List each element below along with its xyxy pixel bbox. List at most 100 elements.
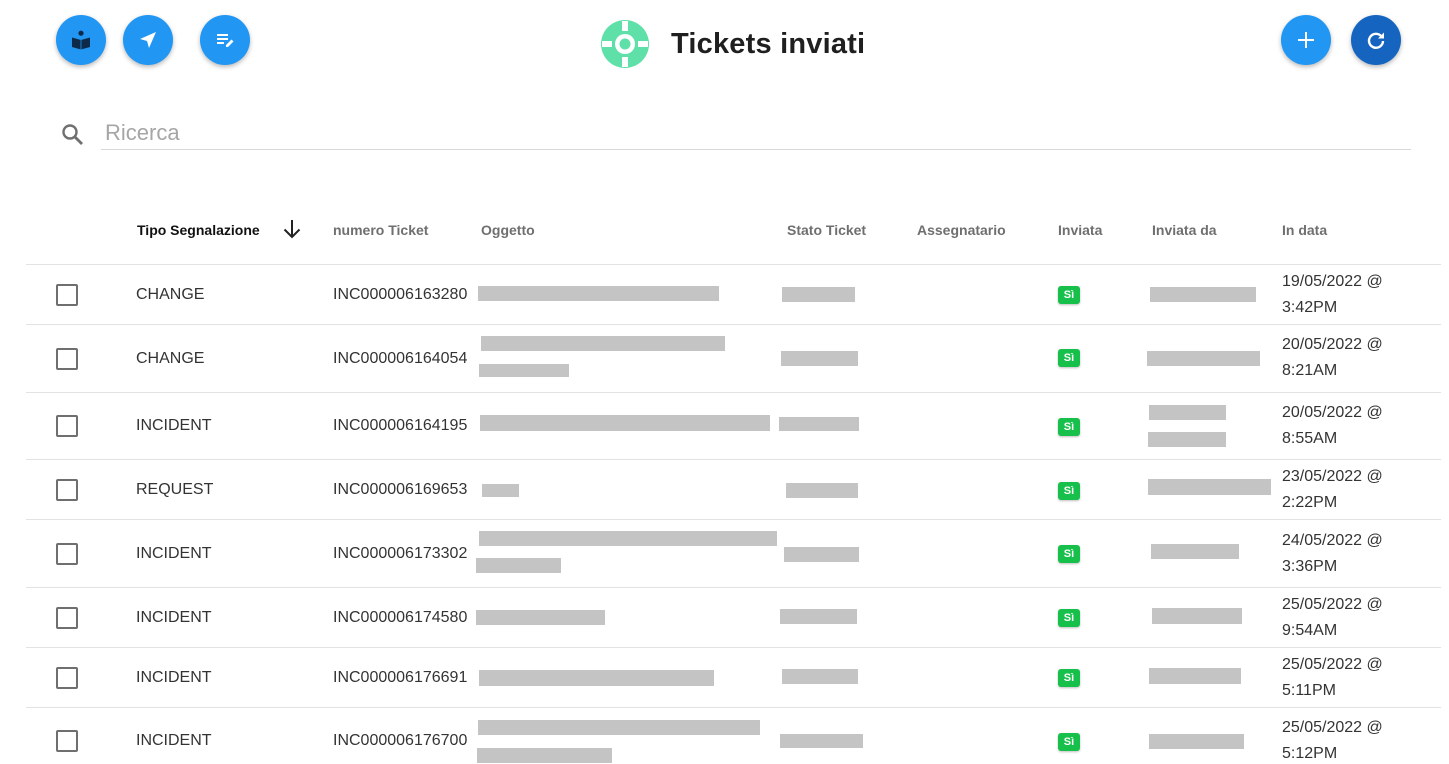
redacted-inviata-da [1151,544,1239,559]
time-text: 5:11PM [1282,682,1336,699]
redacted-oggetto [479,364,569,377]
table-row[interactable]: INCIDENT INC000006176700 Sì 25/05/2022 @… [26,708,1441,764]
cell-in-data: 25/05/2022 @ 9:54AM [1282,592,1432,644]
cell-numero: INC000006176700 [333,732,468,749]
row-checkbox[interactable] [56,667,78,689]
table-row[interactable]: INCIDENT INC000006164195 Sì 20/05/2022 @… [26,393,1441,460]
table-header: Tipo Segnalazione numero Ticket Oggetto … [0,200,1449,264]
date-text: 24/05/2022 @ [1282,532,1383,549]
row-checkbox[interactable] [56,730,78,752]
cell-numero: INC000006173302 [333,545,468,562]
date-text: 25/05/2022 @ [1282,656,1383,673]
cell-tipo: INCIDENT [136,545,212,562]
redacted-inviata-da [1149,734,1244,749]
row-checkbox[interactable] [56,348,78,370]
cell-numero: INC000006169653 [333,481,468,498]
date-text: 20/05/2022 @ [1282,336,1383,353]
lifebuoy-icon [599,18,651,70]
cell-in-data: 23/05/2022 @ 2:22PM [1282,464,1432,516]
redacted-stato [780,734,863,748]
redacted-inviata-da [1149,668,1241,684]
column-header-oggetto[interactable]: Oggetto [481,222,535,238]
redacted-oggetto [476,610,605,625]
cell-numero: INC000006176691 [333,669,468,686]
search-bar [57,110,1412,152]
cell-numero: INC000006174580 [333,609,468,626]
status-badge: Sì [1058,286,1080,304]
redacted-inviata-da [1147,351,1260,366]
row-checkbox[interactable] [56,607,78,629]
search-icon [60,122,86,148]
redacted-oggetto [477,748,612,763]
cell-numero: INC000006164195 [333,417,468,434]
row-checkbox[interactable] [56,479,78,501]
page-title: Tickets inviati [671,27,866,60]
cell-tipo: CHANGE [136,350,205,367]
time-text: 3:36PM [1282,558,1338,575]
send-navigation-icon [136,28,160,52]
cell-numero: INC000006163280 [333,286,468,303]
redacted-oggetto [479,670,714,686]
row-checkbox[interactable] [56,284,78,306]
date-text: 23/05/2022 @ [1282,468,1383,485]
column-header-numero[interactable]: numero Ticket [333,222,428,238]
arrow-down-icon[interactable] [281,217,303,241]
cell-tipo: INCIDENT [136,732,212,749]
table-row[interactable]: INCIDENT INC000006176691 Sì 25/05/2022 @… [26,648,1441,708]
cell-in-data: 24/05/2022 @ 3:36PM [1282,528,1432,580]
table-row[interactable]: REQUEST INC000006169653 Sì 23/05/2022 @2… [26,460,1441,520]
table-row[interactable]: CHANGE INC000006164054 Sì 20/05/2022 @ 8:… [26,325,1441,393]
cell-tipo: INCIDENT [136,669,212,686]
redacted-oggetto [478,720,760,735]
column-header-assegnatario[interactable]: Assegnatario [917,222,1006,238]
send-button[interactable] [123,15,173,65]
redacted-inviata-da [1150,287,1256,302]
redacted-oggetto [478,286,719,301]
status-badge: Sì [1058,349,1080,367]
add-icon [1294,28,1318,52]
time-text: 2:22PM [1282,494,1338,511]
redacted-oggetto [482,484,519,497]
edit-note-icon [213,28,237,52]
redacted-inviata-da [1148,479,1271,495]
table-row[interactable]: INCIDENT INC000006174580 Sì 25/05/2022 @… [26,588,1441,648]
cell-tipo: CHANGE [136,286,205,303]
column-header-stato[interactable]: Stato Ticket [787,222,866,238]
redacted-oggetto [481,336,725,351]
row-checkbox[interactable] [56,543,78,565]
redacted-stato [779,417,859,431]
cell-in-data: 20/05/2022 @ 8:21AM [1282,332,1432,384]
date-text: 20/05/2022 @ [1282,404,1383,421]
redacted-stato [780,609,857,624]
status-badge: Sì [1058,418,1080,436]
redacted-stato [782,669,858,684]
reading-book-icon [69,28,93,52]
search-input[interactable] [101,116,1411,150]
column-header-inviata[interactable]: Inviata [1058,222,1102,238]
cell-in-data: 25/05/2022 @ 5:11PM [1282,652,1432,704]
redacted-stato [782,287,855,302]
column-header-tipo[interactable]: Tipo Segnalazione [137,222,260,238]
time-text: 5:12PM [1282,745,1338,762]
edit-notes-button[interactable] [200,15,250,65]
redacted-stato [784,547,859,562]
time-text: 3:42PM [1282,299,1338,316]
table-row[interactable]: INCIDENT INC000006173302 Sì 24/05/2022 @… [26,520,1441,588]
status-badge: Sì [1058,669,1080,687]
add-ticket-button[interactable] [1281,15,1331,65]
row-checkbox[interactable] [56,415,78,437]
status-badge: Sì [1058,482,1080,500]
table-row[interactable]: CHANGE INC000006163280 Sì 19/05/2022 @ 3:… [26,265,1441,325]
column-header-in-data[interactable]: In data [1282,222,1327,238]
redacted-stato [781,351,858,366]
manual-button[interactable] [56,15,106,65]
cell-in-data: 20/05/2022 @ 8:55AM [1282,400,1432,452]
time-text: 8:21AM [1282,362,1338,379]
cell-tipo: INCIDENT [136,417,212,434]
column-header-inviata-da[interactable]: Inviata da [1152,222,1217,238]
time-text: 8:55AM [1282,430,1338,447]
redacted-oggetto [480,415,770,431]
tickets-page: Tickets inviati Tipo Segnalazione numero… [0,0,1449,764]
refresh-button[interactable] [1351,15,1401,65]
cell-tipo: INCIDENT [136,609,212,626]
